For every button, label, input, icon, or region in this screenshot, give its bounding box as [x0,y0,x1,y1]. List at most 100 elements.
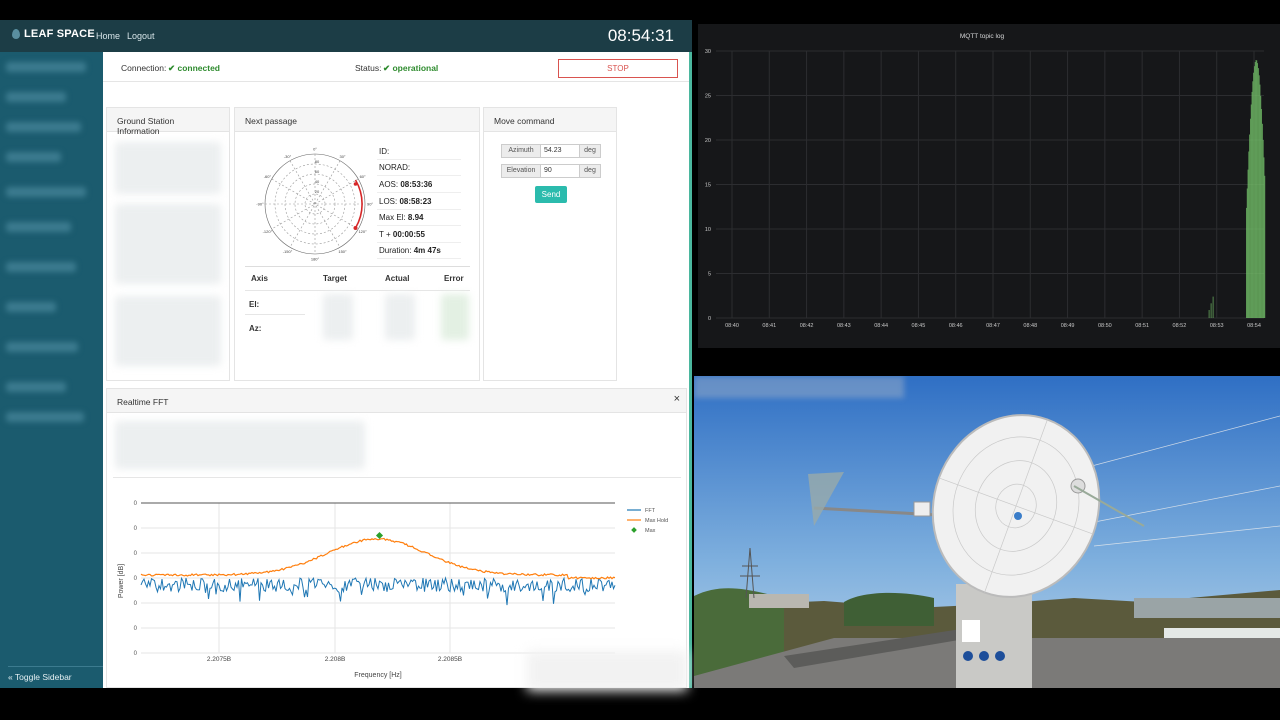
mqtt-x-tick: 08:40 [725,323,739,329]
mqtt-x-tick: 08:51 [1135,323,1149,329]
next-passage-title: Next passage [235,108,479,132]
top-navbar: LEAF SPACE Home Logout 08:54:31 [0,20,692,52]
elevation-input-group: Elevation 90 deg [501,164,601,178]
stop-button[interactable]: STOP [558,59,678,78]
mqtt-chart: MQTT topic log 0 5 10 15 20 25 30 08:40 08:41 08… [705,33,1266,329]
mqtt-y-tick: 0 [708,316,711,322]
send-button[interactable]: Send [535,186,567,203]
passage-los: LOS: 08:58:23 [377,194,461,210]
fft-y-tick: 0 [134,601,138,607]
connection-status: ✔ connected [168,63,220,73]
mqtt-bar [1246,207,1247,318]
ground-station-panel: Ground Station Information [106,107,230,381]
mqtt-x-tick: 08:41 [762,323,776,329]
mqtt-x-tick: 08:45 [912,323,926,329]
az-row-label: Az: [249,324,262,333]
mqtt-y-tick: 30 [705,49,711,55]
realtime-fft-panel: Realtime FFT × 0 0 0 0 0 0 0 2.2075B 2.208B 2.20… [106,388,687,691]
mqtt-bar [1208,310,1210,318]
toggle-sidebar-button[interactable]: « Toggle Sidebar [8,666,103,682]
fft-title: Realtime FFT [107,389,686,413]
elevation-input[interactable]: 90 [541,164,579,178]
mqtt-bar [1261,109,1262,318]
camera-feed [694,376,1280,688]
fft-y-tick: 0 [134,526,138,532]
azimuth-input-group: Azimuth 54.23 deg [501,144,601,158]
passage-t-plus: T + 00:00:55 [377,227,461,243]
mqtt-chart-title: MQTT topic log [960,33,1005,40]
elevation-label: Elevation [501,164,541,178]
actual-header: Actual [385,274,410,283]
legend-max: Max [645,528,656,534]
passage-max-el: Max El: 8.94 [377,210,461,226]
mqtt-bar [1254,66,1255,318]
ground-station-app: LEAF SPACE Home Logout 08:54:31 « Toggle… [0,20,692,691]
fft-y-tick: 0 [134,576,138,582]
mqtt-bar [1263,157,1265,318]
mqtt-bar [1256,60,1258,319]
nav-home-link[interactable]: Home [96,31,120,41]
fft-ylabel: Power [dB] [118,564,125,598]
fft-x-tick: 2.208B [325,656,346,663]
mqtt-x-tick: 08:50 [1098,323,1112,329]
mqtt-bar [1262,123,1263,318]
polar-el-label: 20 [315,189,320,194]
mqtt-y-tick: 15 [705,183,711,189]
el-row-label: El: [249,300,260,309]
passage-duration: Duration: 4m 47s [377,243,461,259]
elevation-unit: deg [579,164,601,178]
polar-az-label: -150° [283,249,293,254]
mqtt-x-tick: 08:53 [1210,323,1224,329]
passage-aos: AOS: 08:53:36 [377,177,461,193]
polar-plot: 0° 30° 60° 90° 120° 150° 180° -150° -120° -90° -60… [256,147,373,262]
clock: 08:54:31 [607,26,674,45]
mqtt-bar [1247,169,1249,318]
fft-y-tick: 0 [134,551,138,557]
mqtt-bar [1250,104,1252,318]
polar-el-label: 80 [315,159,320,164]
passage-norad: NORAD: [377,160,461,176]
close-icon[interactable]: × [674,393,680,405]
mqtt-bar [1252,81,1254,318]
polar-az-label: 30° [339,154,345,159]
operational-status: ✔ operational [383,63,439,73]
mqtt-bar [1262,140,1264,318]
polar-az-label: -60° [264,174,272,179]
polar-az-label: 120° [358,229,367,234]
mqtt-x-tick: 08:54 [1247,323,1261,329]
legend-max-hold: Max Hold [645,518,668,524]
fft-y-tick: 0 [134,501,138,507]
brand-logo[interactable]: LEAF SPACE [12,28,95,40]
mqtt-bar [1259,84,1261,318]
polar-az-label: -90° [256,202,264,207]
move-command-title: Move command [484,108,616,132]
mqtt-x-tick: 08:47 [986,323,1000,329]
polar-az-label: 90° [367,202,373,207]
polar-az-label: -120° [263,229,273,234]
status-bar: Connection: ✔ connected Status: ✔ operat… [103,52,689,82]
mqtt-bar [1248,151,1250,318]
azimuth-input[interactable]: 54.23 [541,144,579,158]
mqtt-bar [1251,91,1253,319]
mqtt-x-tick: 08:43 [837,323,851,329]
fft-series [140,576,616,606]
fft-y-tick: 0 [134,651,138,657]
mqtt-x-tick: 08:52 [1173,323,1187,329]
mqtt-x-tick: 08:46 [949,323,963,329]
move-command-panel: Move command Azimuth 54.23 deg Elevation… [483,107,617,381]
mqtt-y-tick: 10 [705,227,711,233]
mqtt-bar [1246,188,1248,318]
legend-fft: FFT [645,508,656,514]
main-content: Connection: ✔ connected Status: ✔ operat… [103,52,692,691]
polar-az-label: 0° [313,147,317,152]
mqtt-bar [1260,95,1262,319]
azimuth-unit: deg [579,144,601,158]
next-passage-panel: Next passage 0° 30° 60° 90° 120° 150° 180° -150… [234,107,480,381]
camera-overlay-label [694,376,904,398]
mqtt-bar [1255,60,1257,318]
fft-y-tick: 0 [134,626,138,632]
error-header: Error [444,274,464,283]
fft-x-tick: 2.2085B [438,656,462,663]
nav-logout-link[interactable]: Logout [127,31,155,41]
polar-az-label: -30° [284,154,292,159]
